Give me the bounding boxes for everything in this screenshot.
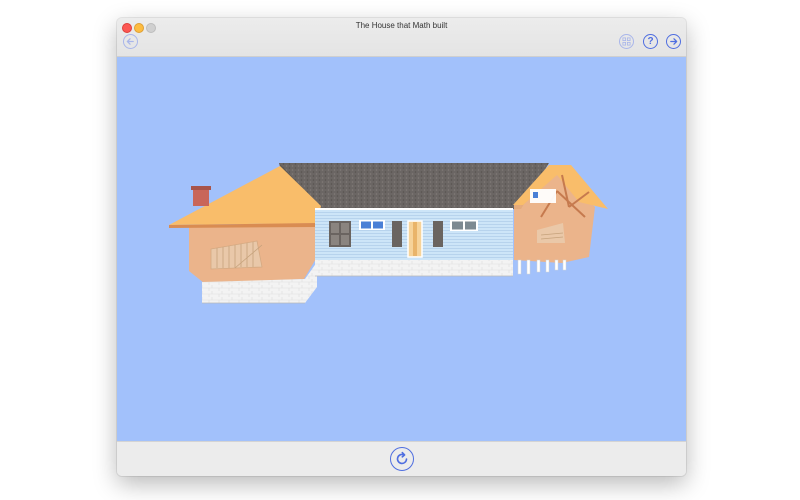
- grid-button[interactable]: [619, 34, 634, 49]
- house-model: [169, 163, 608, 304]
- arrow-left-icon: [126, 38, 134, 45]
- grid-icon: [622, 37, 631, 46]
- titlebar: The House that Math built ?: [117, 18, 686, 57]
- house-foundation: [315, 260, 513, 276]
- app-window: The House that Math built ?: [117, 18, 686, 476]
- main-roof: [279, 163, 549, 209]
- bottom-toolbar: [117, 441, 686, 476]
- arrow-right-icon: [670, 38, 678, 45]
- reload-icon: [396, 451, 408, 465]
- next-button[interactable]: [666, 34, 681, 49]
- chimney: [193, 188, 209, 206]
- window-title: The House that Math built: [355, 21, 448, 30]
- question-icon: ?: [647, 36, 654, 47]
- reload-button[interactable]: [390, 447, 414, 471]
- 3d-house-viewport[interactable]: [117, 57, 686, 441]
- help-button[interactable]: ?: [643, 34, 658, 49]
- chimney-top: [191, 186, 211, 190]
- back-button[interactable]: [123, 34, 138, 49]
